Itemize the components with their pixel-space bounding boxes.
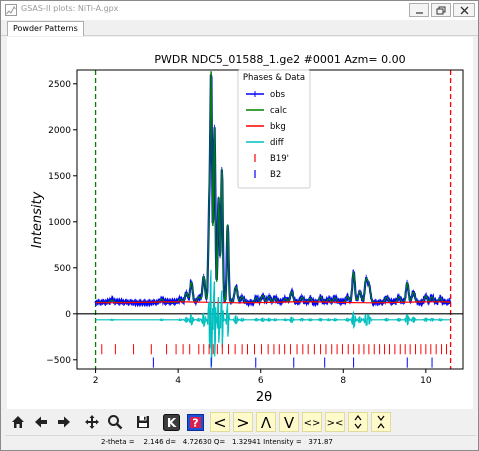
y-tick-label: 0 [65,310,71,320]
scale-up-icon: Λ [261,414,272,430]
zoom-icon [108,415,123,430]
help-icon: ? [186,413,204,431]
contract-x-icon: >< [327,418,343,429]
contract-x-button[interactable]: >< [325,412,345,432]
expand-y-button[interactable] [348,412,368,432]
y-tick-label: 1000 [48,218,71,228]
legend-label: diff [270,138,285,148]
bkg-series [95,301,451,304]
shift-right-icon: > [236,414,249,430]
save-icon [137,416,149,428]
scale-down-label: V [284,414,295,430]
legend-label: B2 [270,170,281,180]
legend-label: obs [270,90,286,100]
title-bar[interactable]: GSAS-II plots: NiTi-A.gpx [1,1,478,20]
forward-arrow-icon [58,416,70,428]
minimize-button[interactable] [409,3,429,17]
expand-y-icon [354,415,362,429]
k-key-label: K [166,416,176,430]
scale-up-button[interactable]: Λ [256,412,276,432]
b2-reflection-ticks [152,357,433,368]
close-button[interactable] [453,3,475,17]
shift-right-label: > [236,414,249,430]
help-label: ? [192,416,198,429]
help-button[interactable]: ? [185,412,205,432]
x-tick-label: 8 [340,376,346,386]
shift-right-button[interactable]: > [233,412,253,432]
shift-left-icon: < [213,414,226,430]
legend-label: bkg [270,122,286,132]
shift-left-button[interactable]: < [210,412,230,432]
expand-x-button[interactable]: <> [302,412,322,432]
y-tick-label: 500 [54,264,71,274]
y-axis-label: Intensity [30,191,45,248]
chart-title: PWDR NDC5_01588_1.ge2 #0001 Azm= 0.00 [154,53,405,66]
scale-down-icon: V [284,414,295,430]
b19-reflection-ticks [101,344,447,355]
contract-y-icon [377,415,385,429]
legend[interactable]: Phases & Data obs calc bkg diff B19' B2 [237,69,311,189]
forward-button[interactable] [54,412,74,432]
contract-x-label: >< [327,418,343,429]
pan-button[interactable] [82,412,102,432]
keyboard-shortcut-button[interactable]: K [161,412,181,432]
gsas-app-icon [5,4,17,16]
legend-title: Phases & Data [243,73,305,83]
y-tick-label: −500 [46,356,71,366]
legend-label: calc [270,106,287,116]
zoom-button[interactable] [105,412,125,432]
y-tick-label: 1500 [48,172,71,182]
home-icon [12,416,24,428]
plot-toolbar: K ? < > Λ V <> >< [5,409,476,435]
pan-icon [85,415,99,429]
expand-x-label: <> [304,418,320,429]
y-tick-label: 2000 [48,126,71,136]
k-key-icon: K [162,413,180,431]
x-tick-label: 4 [175,376,181,386]
tab-strip: Powder Patterns [1,20,478,36]
scale-up-label: Λ [261,414,272,430]
status-bar: 2-theta = 2.146 d= 4.72630 Q= 1.32941 In… [5,435,476,449]
minimize-icon [416,12,423,14]
x-tick-label: 2 [93,376,99,386]
diff-series [95,269,451,366]
tab-powder-patterns[interactable]: Powder Patterns [7,21,84,36]
restore-button[interactable] [431,3,451,17]
shift-left-label: < [213,414,226,430]
back-arrow-icon [35,416,47,428]
window-title: GSAS-II plots: NiTi-A.gpx [21,4,119,13]
legend-label: B19' [270,154,289,164]
plot-canvas[interactable]: PWDR NDC5_01588_1.ge2 #0001 Azm= 0.00 2θ… [7,37,473,409]
close-icon [460,6,469,15]
save-figure-button[interactable] [133,412,153,432]
powder-pattern-chart[interactable]: PWDR NDC5_01588_1.ge2 #0001 Azm= 0.00 2θ… [7,37,473,409]
x-axis-label: 2θ [256,390,272,405]
y-tick-label: 2500 [48,80,71,90]
restore-icon [436,6,446,15]
contract-y-button[interactable] [371,412,391,432]
x-tick-label: 10 [420,376,432,386]
home-button[interactable] [8,412,28,432]
back-button[interactable] [31,412,51,432]
x-tick-label: 6 [258,376,264,386]
scale-down-button[interactable]: V [279,412,299,432]
expand-x-icon: <> [304,418,320,429]
plot-window: GSAS-II plots: NiTi-A.gpx Powder Pattern… [0,0,479,451]
cursor-readout: 2-theta = 2.146 d= 4.72630 Q= 1.32941 In… [101,438,333,446]
